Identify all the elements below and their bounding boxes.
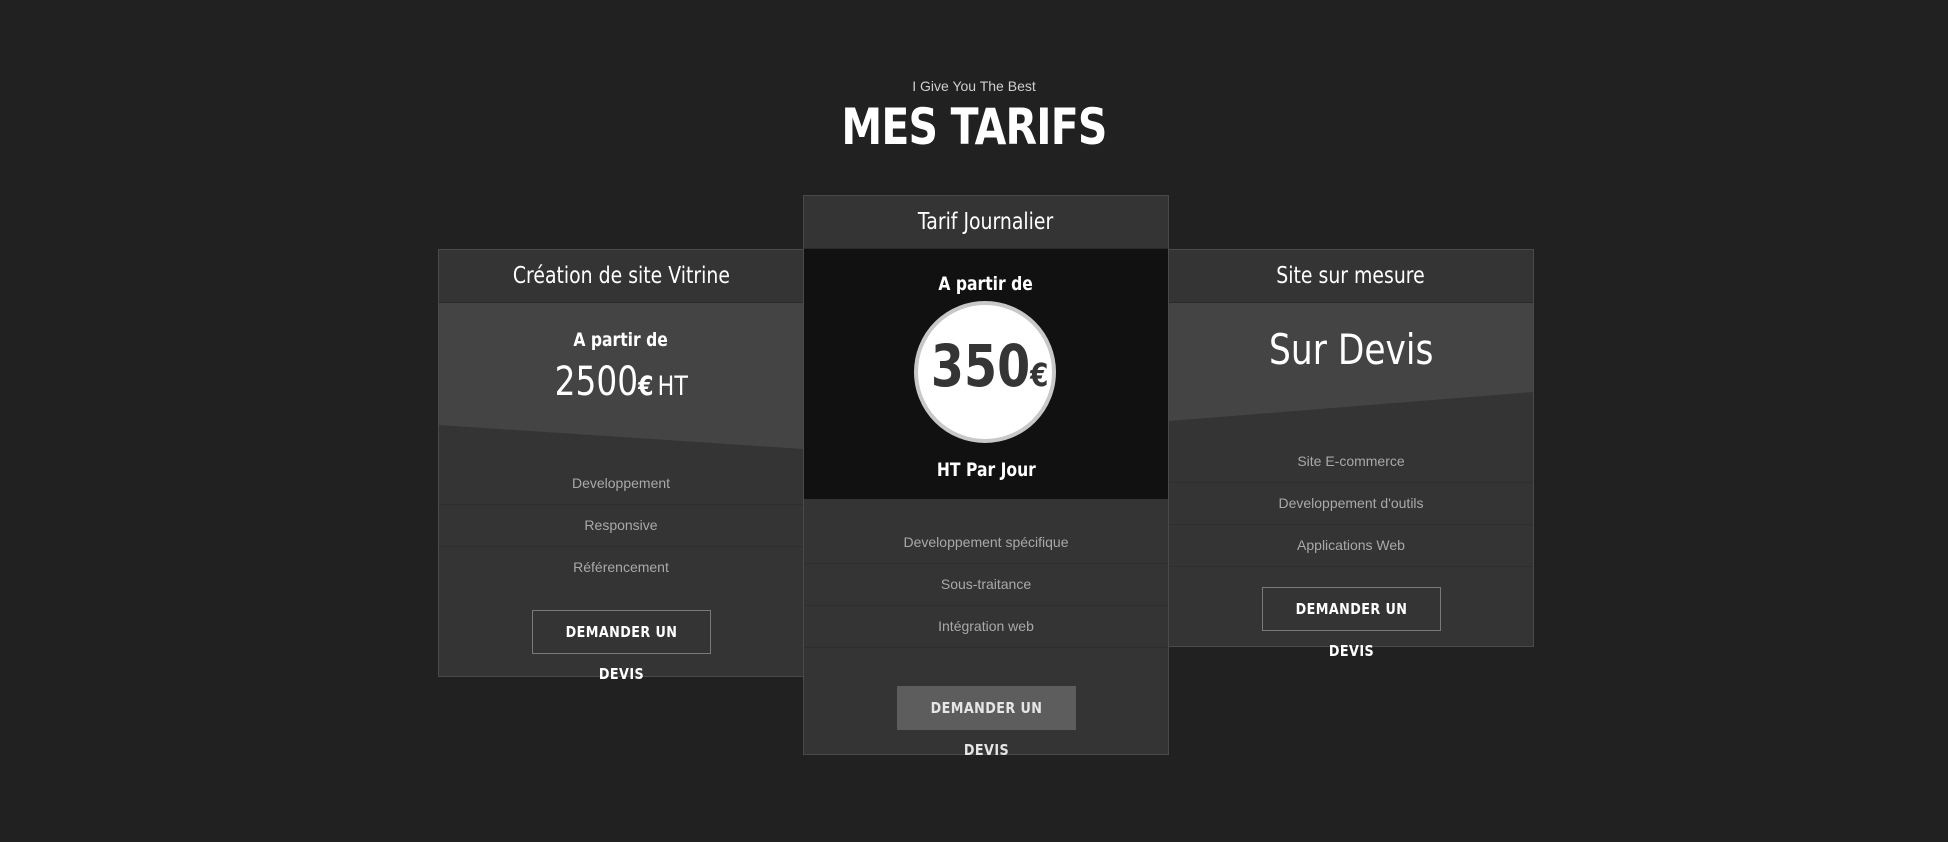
card-title-text: Tarif Journalier (918, 209, 1054, 235)
pricing-card-vitrine: Création de site Vitrine A partir de 250… (438, 249, 804, 683)
price-area: A partir de 350€ HT Par Jour (804, 249, 1168, 499)
feature-list: Site E-commerce Developpement d'outils A… (1169, 441, 1533, 567)
feature-item: Responsive (439, 505, 803, 547)
price-value: 2500€ HT (439, 359, 803, 405)
card-title-text: Site sur mesure (1276, 263, 1426, 289)
price-area: Sur Devis (1169, 303, 1533, 451)
from-label: A partir de (938, 273, 1034, 295)
feature-item: Applications Web (1169, 525, 1533, 567)
pricing-section: I Give You The Best MES TARIFS Création … (0, 0, 1948, 842)
card-title-text: Création de site Vitrine (512, 263, 730, 289)
price-suffix: HT (657, 371, 688, 402)
feature-item: Intégration web (804, 606, 1168, 648)
price-currency: € (1030, 356, 1049, 394)
request-quote-button[interactable]: DEMANDER UN DEVIS (531, 610, 711, 683)
request-quote-button[interactable]: DEMANDER UN DEVIS (896, 686, 1076, 759)
feature-item: Developpement spécifique (804, 522, 1168, 564)
price-currency: € (637, 371, 654, 402)
pricing-card-daily: Tarif Journalier A partir de 350€ HT Par… (803, 195, 1169, 759)
feature-item: Sous-traitance (804, 564, 1168, 606)
feature-list: Developpement spécifique Sous-traitance … (804, 499, 1168, 648)
price-value: 350€ (918, 331, 1052, 410)
card-title: Tarif Journalier (804, 196, 1168, 249)
from-label: A partir de (573, 329, 669, 351)
card-title: Création de site Vitrine (439, 250, 803, 303)
feature-list: Developpement Responsive Référencement (439, 451, 803, 588)
price-value: Sur Devis (1268, 325, 1434, 374)
pricing-card-custom: Site sur mesure Sur Devis Site E-commerc… (1168, 249, 1534, 660)
section-title: MES TARIFS (841, 98, 1107, 156)
request-quote-button[interactable]: DEMANDER UN DEVIS (1261, 587, 1441, 660)
price-area: A partir de 2500€ HT (439, 303, 803, 451)
price-number: 350 (930, 332, 1031, 400)
feature-item: Developpement d'outils (1169, 483, 1533, 525)
feature-item: Référencement (573, 559, 669, 575)
section-subtitle: I Give You The Best (912, 78, 1036, 94)
price-suffix: HT Par Jour (936, 459, 1036, 481)
price-number: 2500 (554, 359, 638, 405)
feature-item: Developpement (439, 463, 803, 505)
price-circle: 350€ (914, 301, 1056, 443)
card-title: Site sur mesure (1169, 250, 1533, 303)
